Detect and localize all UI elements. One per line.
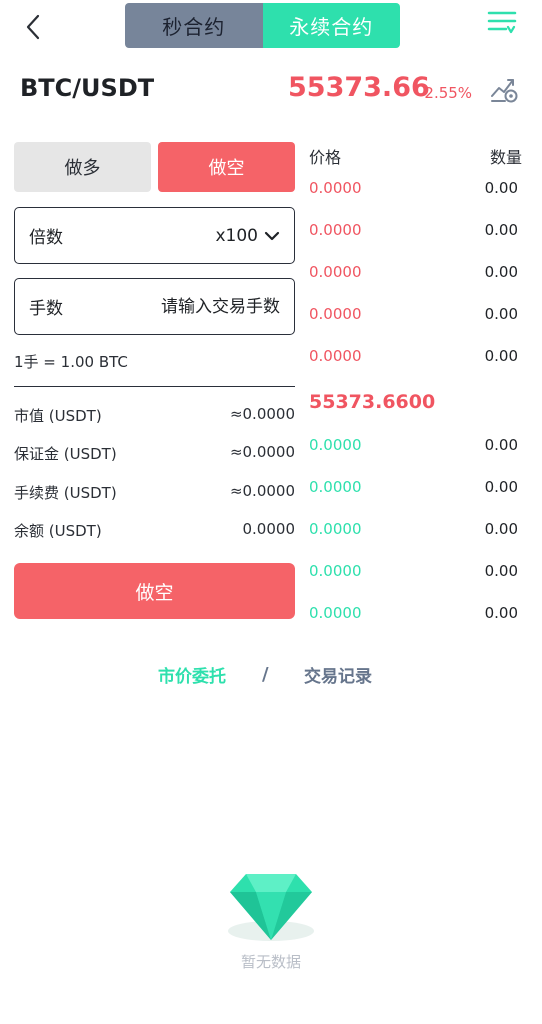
quantity-input[interactable] <box>110 296 280 317</box>
bid-qty: 0.00 <box>484 562 518 580</box>
lot-size-note: 1手 = 1.00 BTC <box>14 353 128 371</box>
leverage-value: x100 <box>215 225 258 246</box>
ask-row[interactable]: 0.0000 0.00 <box>309 305 518 323</box>
long-button[interactable]: 做多 <box>14 142 151 192</box>
bid-row[interactable]: 0.0000 0.00 <box>309 478 518 496</box>
bid-row[interactable]: 0.0000 0.00 <box>309 520 518 538</box>
stat-label: 市值 (USDT) <box>14 407 102 425</box>
empty-state-illustration <box>226 868 316 946</box>
bid-price: 0.0000 <box>309 436 362 454</box>
ask-qty: 0.00 <box>484 179 518 197</box>
tab-market-orders[interactable]: 市价委托 <box>158 662 226 687</box>
ask-price: 0.0000 <box>309 347 362 365</box>
ask-qty: 0.00 <box>484 347 518 365</box>
last-price: 55373.66 <box>288 72 430 103</box>
ask-price: 0.0000 <box>309 305 362 323</box>
chart-settings-icon <box>491 79 518 103</box>
trading-pair[interactable]: BTC/USDT <box>20 74 154 102</box>
leverage-select[interactable]: 倍数 x100 <box>14 207 295 264</box>
tab-separator: / <box>262 664 269 685</box>
tab-second-contract[interactable]: 秒合约 <box>125 3 263 48</box>
bid-price: 0.0000 <box>309 562 362 580</box>
filter-menu-button[interactable] <box>486 8 518 38</box>
ask-price: 0.0000 <box>309 263 362 281</box>
stat-value: 0.0000 <box>242 520 296 538</box>
bid-row[interactable]: 0.0000 0.00 <box>309 604 518 622</box>
ask-qty: 0.00 <box>484 221 518 239</box>
stat-market-value: 市值 (USDT) ≈0.0000 <box>14 405 295 426</box>
ask-price: 0.0000 <box>309 179 362 197</box>
tab-perpetual-contract[interactable]: 永续合约 <box>262 3 400 48</box>
chevron-left-icon <box>26 14 40 40</box>
ask-qty: 0.00 <box>484 263 518 281</box>
orderbook-qty-header: 数量 <box>490 148 523 167</box>
bid-row[interactable]: 0.0000 0.00 <box>309 562 518 580</box>
bid-price: 0.0000 <box>309 604 362 622</box>
diamond-icon <box>228 874 314 941</box>
leverage-label: 倍数 <box>29 228 63 248</box>
stat-margin: 保证金 (USDT) ≈0.0000 <box>14 443 295 464</box>
quantity-label: 手数 <box>29 299 63 319</box>
bid-qty: 0.00 <box>484 604 518 622</box>
filter-menu-icon <box>487 11 517 34</box>
stat-label: 保证金 (USDT) <box>14 445 117 463</box>
submit-short-button[interactable]: 做空 <box>14 563 295 619</box>
chart-button[interactable] <box>489 74 519 104</box>
empty-state-text: 暂无数据 <box>240 953 301 971</box>
stat-fee: 手续费 (USDT) ≈0.0000 <box>14 482 295 503</box>
bid-price: 0.0000 <box>309 478 362 496</box>
quantity-field: 手数 <box>14 278 295 335</box>
stat-value: ≈0.0000 <box>229 443 295 461</box>
bid-qty: 0.00 <box>484 478 518 496</box>
price-change: -2.55% <box>419 84 473 102</box>
ask-row[interactable]: 0.0000 0.00 <box>309 347 518 365</box>
ask-row[interactable]: 0.0000 0.00 <box>309 221 518 239</box>
ask-row[interactable]: 0.0000 0.00 <box>309 263 518 281</box>
stat-value: ≈0.0000 <box>229 405 295 423</box>
back-button[interactable] <box>20 12 50 42</box>
ask-qty: 0.00 <box>484 305 518 323</box>
bid-qty: 0.00 <box>484 436 518 454</box>
stat-label: 余额 (USDT) <box>14 522 102 540</box>
ask-row[interactable]: 0.0000 0.00 <box>309 179 518 197</box>
ask-price: 0.0000 <box>309 221 362 239</box>
stat-label: 手续费 (USDT) <box>14 484 117 502</box>
bid-qty: 0.00 <box>484 520 518 538</box>
tab-trade-history[interactable]: 交易记录 <box>304 662 372 687</box>
stat-balance: 余额 (USDT) 0.0000 <box>14 520 295 541</box>
chevron-down-icon <box>264 231 280 240</box>
bid-row[interactable]: 0.0000 0.00 <box>309 436 518 454</box>
contract-type-switch: 秒合约 永续合约 <box>125 3 400 48</box>
orderbook-price-header: 价格 <box>309 148 342 167</box>
bid-price: 0.0000 <box>309 520 362 538</box>
short-button[interactable]: 做空 <box>158 142 295 192</box>
divider <box>14 386 295 387</box>
stat-value: ≈0.0000 <box>229 482 295 500</box>
orderbook-mid-price: 55373.6600 <box>309 391 436 413</box>
